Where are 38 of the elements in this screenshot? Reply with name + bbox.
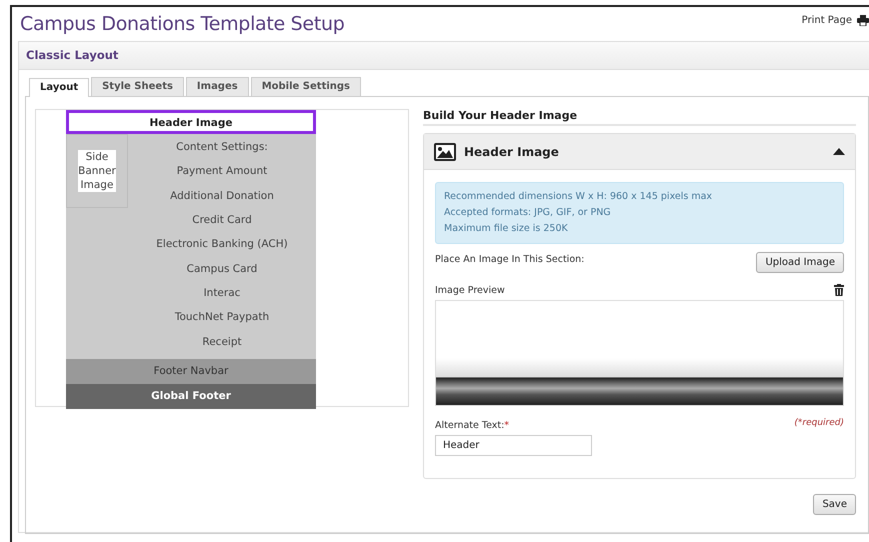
panel-title: Classic Layout [19, 42, 869, 70]
upload-image-button[interactable]: Upload Image [756, 252, 844, 273]
tab[interactable]: Layout [29, 78, 90, 97]
content-section-item[interactable]: Credit Card [192, 212, 252, 238]
tab[interactable]: Mobile Settings [250, 77, 362, 96]
content-section-item[interactable]: Payment Amount [176, 164, 268, 189]
accordion-header[interactable]: Header Image [424, 134, 855, 170]
place-image-label: Place An Image In This Section: [435, 253, 584, 265]
content-section-item[interactable]: Interac [204, 286, 240, 310]
content-section-item[interactable]: Campus Card [186, 262, 258, 286]
caret-icon[interactable] [833, 148, 845, 155]
header-image-region[interactable]: Header Image [66, 110, 316, 134]
side-banner-label: Side Banner Image [78, 150, 116, 192]
info-text: Recommended dimensions W x H: 960 x 145 pixels max [444, 190, 714, 204]
side-banner-region[interactable]: Side Banner Image [66, 134, 128, 208]
accordion-title: Header Image [464, 144, 560, 158]
save-button[interactable]: Save [813, 494, 856, 515]
printer-icon[interactable] [857, 15, 869, 26]
tab[interactable]: Images [186, 77, 249, 96]
print-link[interactable]: Print Page [802, 15, 869, 26]
tab[interactable]: Style Sheets [91, 77, 184, 96]
content-settings-label: Content Settings: [176, 140, 268, 155]
required-note: (*required) [794, 418, 844, 430]
footer-navbar-region[interactable]: Footer Navbar [66, 359, 316, 384]
image-preview-label: Image Preview [435, 284, 505, 296]
alternate-text-field[interactable]: Header [435, 435, 592, 456]
info-text: Accepted formats: JPG, GIF, or PNG [444, 206, 612, 220]
content-section-item[interactable]: Electronic Banking (ACH) [156, 237, 288, 262]
page-title: Campus Donations Template Setup [20, 13, 344, 35]
content-section-item[interactable]: TouchNet Paypath [174, 310, 270, 335]
trash-icon[interactable] [834, 284, 844, 296]
alternate-text-label: Alternate Text:* [435, 419, 510, 431]
content-section-item[interactable]: Receipt [202, 334, 242, 359]
info-text: Maximum file size is 250K [444, 222, 569, 236]
image-icon [434, 142, 456, 160]
section-heading: Build Your Header Image [423, 109, 856, 126]
content-section-item[interactable]: Additional Donation [170, 188, 274, 213]
global-footer-region[interactable]: Global Footer [66, 384, 316, 409]
